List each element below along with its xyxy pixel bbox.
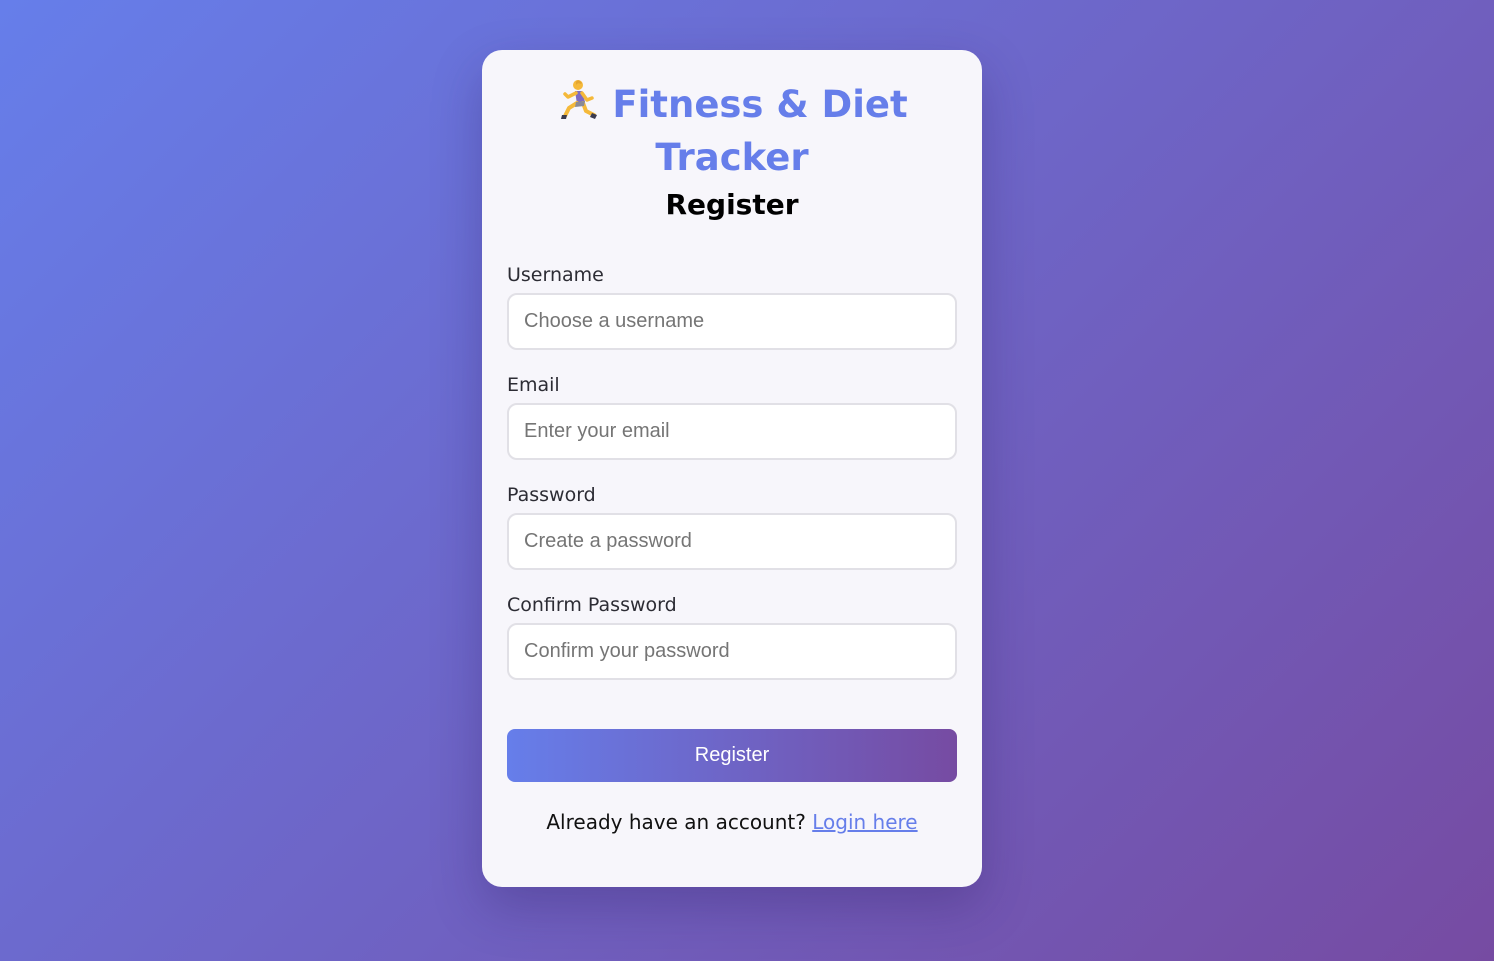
confirm-password-input[interactable] (507, 623, 957, 680)
email-input[interactable] (507, 403, 957, 460)
username-label: Username (507, 264, 604, 286)
email-label: Email (507, 374, 560, 396)
login-link[interactable]: Login here (812, 810, 917, 834)
login-prompt-text: Already have an account? (546, 810, 806, 834)
register-button[interactable]: Register (507, 729, 957, 782)
running-person-icon (561, 80, 598, 119)
username-input[interactable] (507, 293, 957, 350)
password-label: Password (507, 484, 596, 506)
register-card: Fitness & Diet Tracker Register Username… (482, 50, 982, 887)
app-title-text: Fitness & Diet Tracker (612, 83, 908, 179)
username-group: Username (507, 263, 957, 350)
confirm-password-label: Confirm Password (507, 594, 677, 616)
password-group: Password (507, 483, 957, 570)
password-input[interactable] (507, 513, 957, 570)
register-form: Username Email Password Confirm Password… (507, 263, 957, 782)
confirm-password-group: Confirm Password (507, 593, 957, 680)
app-title: Fitness & Diet Tracker (507, 78, 957, 184)
email-group: Email (507, 373, 957, 460)
page-title: Register (665, 188, 799, 221)
login-prompt: Already have an account? Login here (507, 808, 957, 836)
